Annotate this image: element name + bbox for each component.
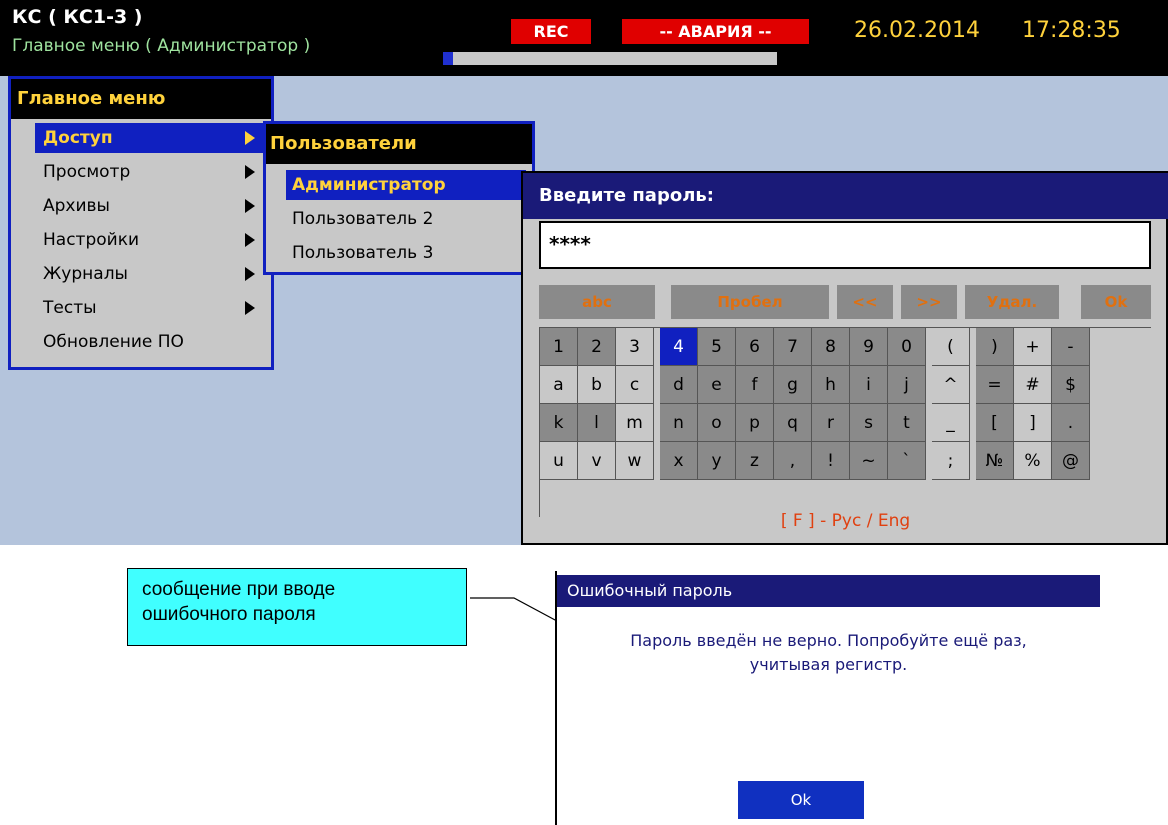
error-ok-button[interactable]: Ok [738,781,864,819]
error-message-line-1: Пароль введён не верно. Попробуйте ещё р… [630,631,1027,650]
error-dialog-title: Ошибочный пароль [557,575,1100,607]
error-dialog: Ошибочный пароль Пароль введён не верно.… [555,571,1100,825]
callout-line-2: ошибочного пароля [142,604,316,625]
annotation-callout: сообщение при вводе ошибочного пароля [127,568,467,646]
callout-line-1: сообщение при вводе [142,579,336,600]
error-message: Пароль введён не верно. Попробуйте ещё р… [557,629,1100,677]
dialog-border [555,571,557,825]
error-message-line-2: учитывая регистр. [749,655,908,674]
